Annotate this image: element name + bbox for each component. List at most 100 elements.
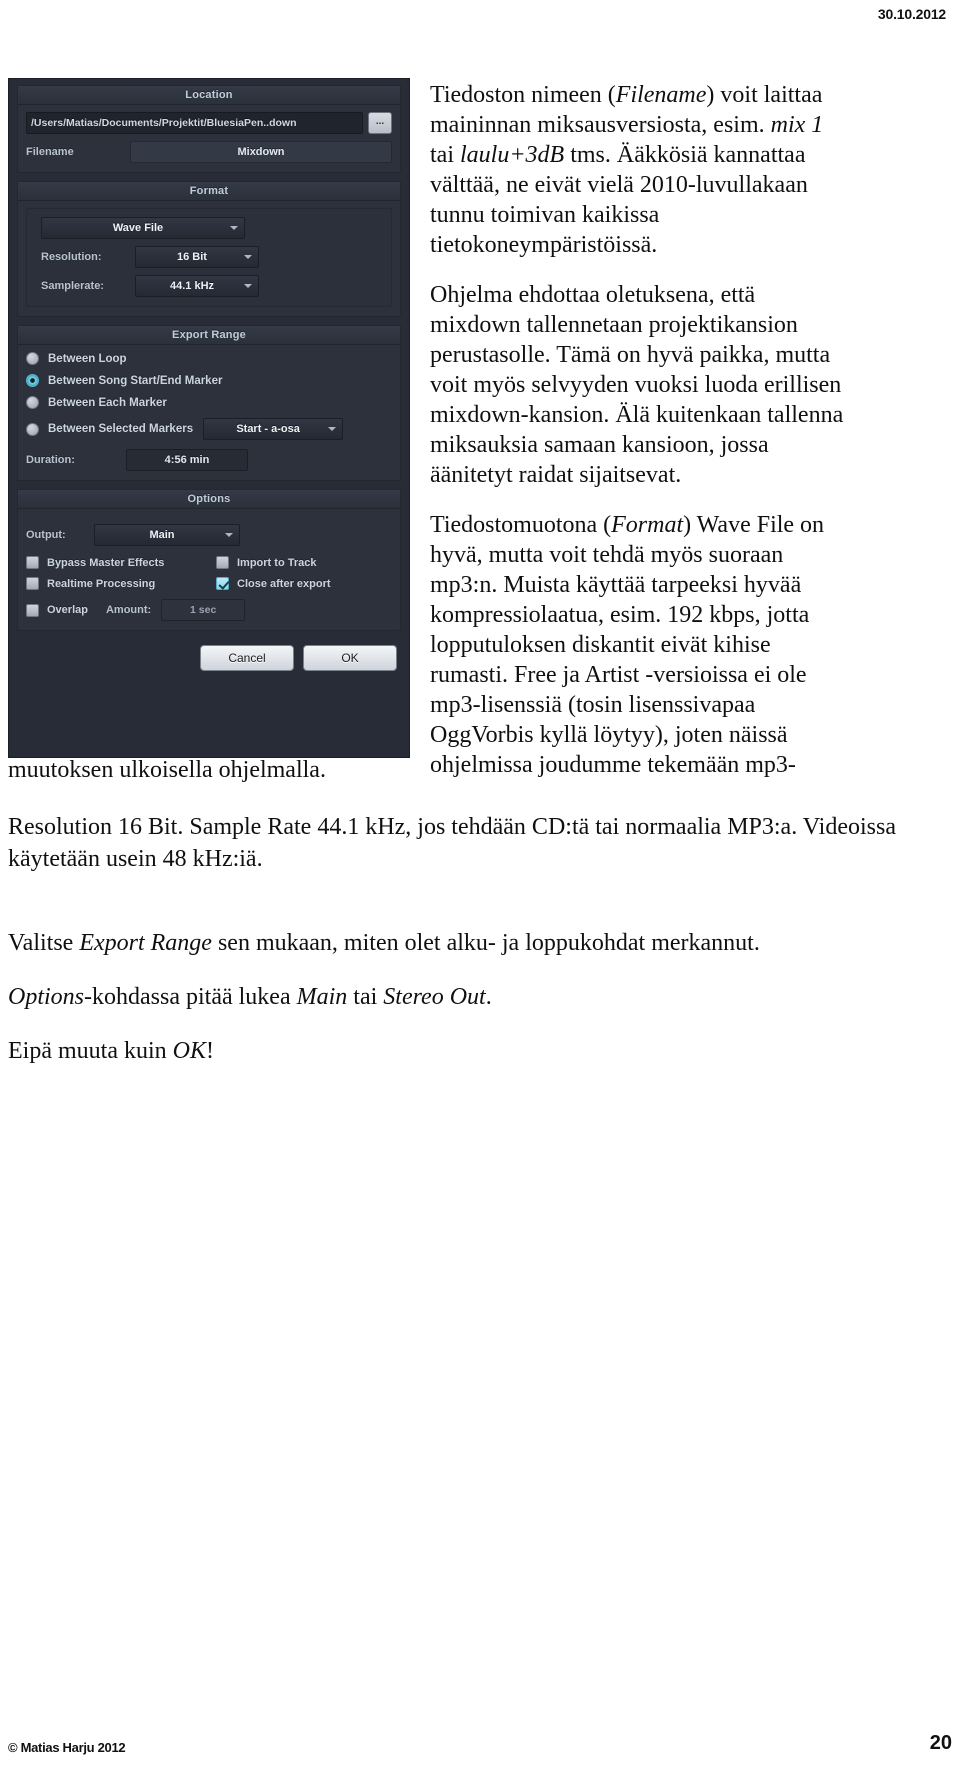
text-run: tai bbox=[347, 984, 384, 1010]
text-run: tai bbox=[430, 142, 460, 168]
checkbox-label: Bypass Master Effects bbox=[47, 556, 165, 569]
output-label: Output: bbox=[26, 529, 66, 541]
footer-copyright: © Matias Harju 2012 bbox=[8, 1740, 126, 1755]
output-select[interactable]: Main bbox=[94, 524, 240, 546]
location-path-input[interactable]: /Users/Matias/Documents/Projektit/Bluesi… bbox=[26, 112, 363, 134]
emphasis-filename: Filename bbox=[615, 82, 707, 108]
format-inner-panel: Wave File Resolution: 16 Bit Samplerate:… bbox=[26, 208, 392, 307]
format-group-body: Wave File Resolution: 16 Bit Samplerate:… bbox=[18, 201, 400, 316]
paragraph-filename: Tiedoston nimeen (Filename) voit laittaa… bbox=[430, 80, 850, 260]
samplerate-row: Samplerate: 44.1 kHz bbox=[35, 275, 383, 297]
location-group-title: Location bbox=[18, 86, 400, 105]
samplerate-select[interactable]: 44.1 kHz bbox=[135, 275, 259, 297]
checkbox-import-to-track[interactable]: Import to Track bbox=[216, 556, 392, 569]
emphasis-laulu: laulu+3dB bbox=[460, 142, 565, 168]
emphasis-options: Options bbox=[8, 984, 85, 1010]
paragraph-export-range: Valitse Export Range sen mukaan, miten o… bbox=[8, 928, 908, 960]
emphasis-ok: OK bbox=[172, 1038, 206, 1064]
checkbox-bypass-master-effects[interactable]: Bypass Master Effects bbox=[26, 556, 216, 569]
checkbox-close-after-export[interactable]: Close after export bbox=[216, 577, 392, 590]
cancel-button[interactable]: Cancel bbox=[200, 645, 294, 671]
filename-input[interactable]: Mixdown bbox=[130, 141, 392, 163]
output-row: Output: Main bbox=[26, 524, 392, 546]
overlap-row: Overlap Amount: 1 sec bbox=[26, 599, 392, 621]
ok-button[interactable]: OK bbox=[303, 645, 397, 671]
resolution-row: Resolution: 16 Bit bbox=[35, 246, 383, 268]
paragraph-export-range-block: Valitse Export Range sen mukaan, miten o… bbox=[8, 928, 908, 960]
emphasis-stereo-out: Stereo Out bbox=[383, 984, 486, 1010]
radio-icon bbox=[26, 396, 39, 409]
radio-label: Between Song Start/End Marker bbox=[48, 374, 223, 387]
chevron-down-icon bbox=[230, 226, 238, 230]
chevron-down-icon bbox=[244, 284, 252, 288]
checkbox-label: Import to Track bbox=[237, 556, 317, 569]
paragraph-format-tail: muutoksen ulkoisella ohjelmalla. bbox=[8, 757, 326, 783]
output-value: Main bbox=[149, 529, 175, 541]
options-group-title: Options bbox=[18, 490, 400, 509]
text-run: Tiedostomuotona ( bbox=[430, 512, 612, 538]
amount-input[interactable]: 1 sec bbox=[161, 599, 246, 621]
footer-page-number: 20 bbox=[929, 1732, 952, 1754]
samplerate-label: Samplerate: bbox=[41, 280, 104, 292]
checkbox-label: Overlap bbox=[47, 604, 88, 616]
page-footer: © Matias Harju 2012 20 bbox=[8, 1732, 952, 1755]
radio-between-loop[interactable]: Between Loop bbox=[26, 352, 392, 365]
filename-row: Filename Mixdown bbox=[26, 141, 392, 163]
radio-between-selected-markers[interactable]: Between Selected Markers Start - a-osa bbox=[26, 418, 392, 440]
checkbox-overlap[interactable]: Overlap bbox=[26, 603, 88, 617]
checkbox-icon bbox=[26, 603, 39, 617]
file-type-value: Wave File bbox=[112, 222, 164, 234]
checkbox-realtime-processing[interactable]: Realtime Processing bbox=[26, 577, 216, 590]
text-run: ! bbox=[205, 1038, 214, 1064]
paragraph-options-block: Options-kohdassa pitää lukea Main tai St… bbox=[8, 982, 908, 1014]
text-run: . bbox=[485, 984, 492, 1010]
file-type-select[interactable]: Wave File bbox=[41, 217, 245, 239]
resolution-select[interactable]: 16 Bit bbox=[135, 246, 259, 268]
checkbox-label: Realtime Processing bbox=[47, 577, 156, 590]
export-dialog-screenshot: Location /Users/Matias/Documents/Projekt… bbox=[8, 78, 410, 758]
checkbox-label: Close after export bbox=[237, 577, 331, 590]
paragraph-closing: Eipä muuta kuin OK! bbox=[8, 1036, 908, 1068]
text-run: sen mukaan, miten olet alku- ja loppukoh… bbox=[211, 930, 760, 956]
export-range-group-title: Export Range bbox=[18, 326, 400, 345]
paragraph-resolution-block: Resolution 16 Bit. Sample Rate 44.1 kHz,… bbox=[8, 812, 908, 875]
paragraph-options: Options-kohdassa pitää lukea Main tai St… bbox=[8, 982, 908, 1014]
export-range-group: Export Range Between Loop Between Song S… bbox=[17, 325, 401, 481]
text-run: Tiedoston nimeen ( bbox=[430, 82, 616, 108]
marker-select[interactable]: Start - a-osa bbox=[203, 418, 344, 440]
radio-icon bbox=[26, 422, 39, 436]
marker-select-value: Start - a-osa bbox=[236, 423, 300, 435]
checkbox-icon-checked bbox=[216, 577, 229, 590]
radio-between-song-start-end-marker[interactable]: Between Song Start/End Marker bbox=[26, 374, 392, 387]
paragraph-format: Tiedostomuotona (Format) Wave File on hy… bbox=[430, 510, 850, 780]
checkbox-icon bbox=[26, 556, 39, 569]
text-run: Valitse bbox=[8, 930, 80, 956]
browse-button[interactable]: ... bbox=[368, 112, 392, 134]
emphasis-main: Main bbox=[296, 984, 348, 1010]
duration-row: Duration: 4:56 min bbox=[26, 449, 392, 471]
amount-label: Amount: bbox=[105, 604, 152, 616]
paragraph-closing-block: Eipä muuta kuin OK! bbox=[8, 1036, 908, 1068]
checkbox-icon bbox=[216, 556, 229, 569]
radio-icon-selected bbox=[26, 374, 39, 387]
radio-label: Between Selected Markers bbox=[48, 423, 194, 435]
chevron-down-icon bbox=[225, 533, 233, 537]
radio-icon bbox=[26, 352, 39, 365]
text-run: ) Wave File on hyvä, mutta voit tehdä my… bbox=[430, 512, 825, 778]
chevron-down-icon bbox=[244, 255, 252, 259]
page-date: 30.10.2012 bbox=[877, 6, 946, 22]
format-group: Format Wave File Resolution: 16 Bit Samp… bbox=[17, 181, 401, 317]
filename-label: Filename bbox=[26, 146, 74, 158]
chevron-down-icon bbox=[328, 427, 337, 431]
emphasis-export-range: Export Range bbox=[79, 930, 212, 956]
paragraph-location: Ohjelma ehdottaa oletuksena, että mixdow… bbox=[430, 282, 844, 488]
text-run: -kohdassa pitää lukea bbox=[84, 984, 297, 1010]
location-group-body: /Users/Matias/Documents/Projektit/Bluesi… bbox=[18, 105, 400, 172]
emphasis-mix1: mix 1 bbox=[770, 112, 824, 138]
export-range-group-body: Between Loop Between Song Start/End Mark… bbox=[18, 345, 400, 480]
paragraph-resolution: Resolution 16 Bit. Sample Rate 44.1 kHz,… bbox=[8, 814, 896, 872]
resolution-value: 16 Bit bbox=[177, 251, 207, 263]
radio-between-each-marker[interactable]: Between Each Marker bbox=[26, 396, 392, 409]
duration-label: Duration: bbox=[26, 454, 75, 466]
duration-value: 4:56 min bbox=[126, 449, 248, 471]
